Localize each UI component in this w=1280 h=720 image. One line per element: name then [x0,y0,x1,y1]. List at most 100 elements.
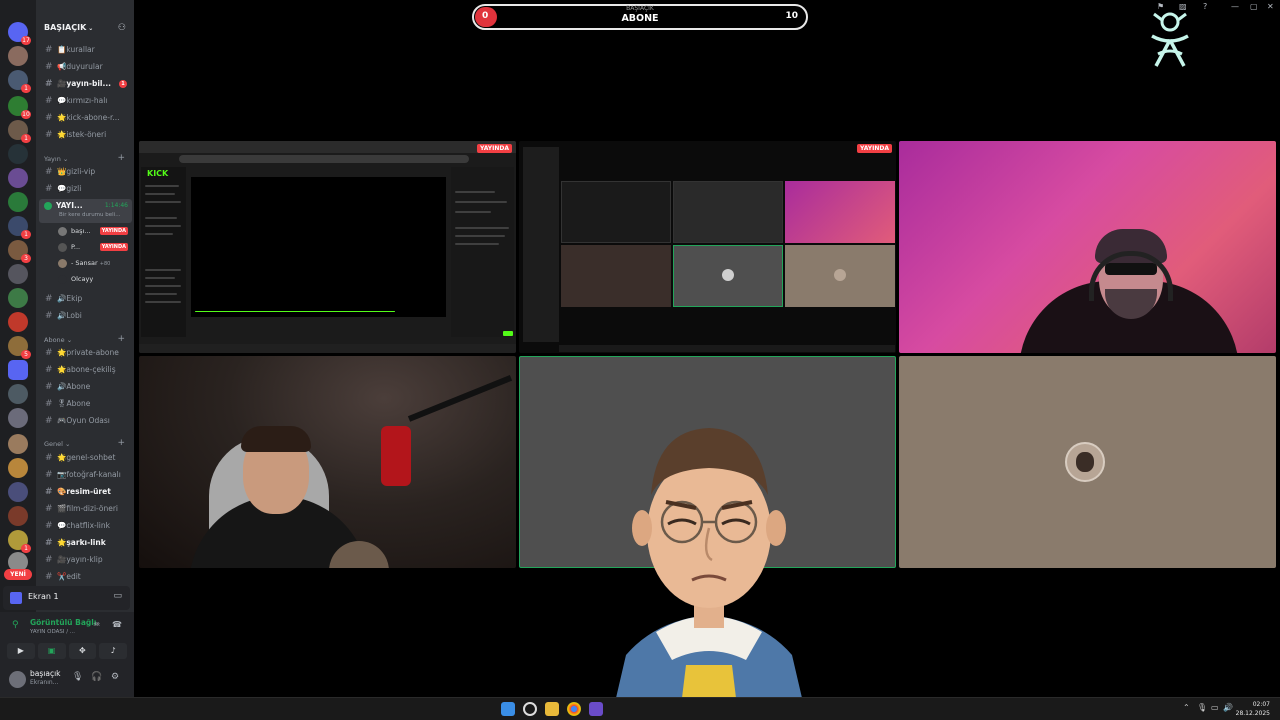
server-icon[interactable] [8,482,28,502]
server-icon[interactable]: 1 [8,216,31,239]
channel-item[interactable]: # 🎨resim-üret [45,485,131,499]
webcam-tile-pink[interactable] [899,141,1276,353]
server-icon[interactable]: 1 [8,120,31,143]
screen-share-button[interactable]: ▣ [37,643,66,659]
category-abone[interactable]: Abone ⌄ + [44,334,130,345]
voice-user[interactable]: başı... YAYINDA [58,225,130,237]
server-icon[interactable]: 10 [8,96,31,119]
channel-item[interactable]: # 🌟genel-sohbet [45,451,131,465]
inbox-icon[interactable]: ⚑ [1157,2,1164,11]
activities-button[interactable]: ✥ [68,643,97,659]
channel-item[interactable]: # 🎥yayın-klip [45,553,131,567]
category-yayin[interactable]: Yayın ⌄ + [44,153,130,164]
channel-item[interactable]: # 🔊Abone [45,380,131,394]
help-icon[interactable]: ? [1203,2,1207,11]
channel-item[interactable]: # 💬kırmızı-halı [45,94,131,108]
voice-channel-item[interactable]: # 🔊Lobi [45,309,131,323]
channel-item[interactable]: # 🌟kick-abone-r... [45,111,131,125]
voice-user[interactable]: Olcayy [58,273,130,285]
add-channel-icon[interactable]: + [117,438,125,448]
server-icon[interactable] [8,46,28,66]
category-genel[interactable]: Genel ⌄ + [44,438,130,449]
channel-item[interactable]: # 💬gizli [45,182,131,196]
network-icon[interactable]: ▭ [1211,703,1219,712]
signal-icon[interactable]: ⚲ [12,620,19,630]
channel-item[interactable]: # 🎖Abone [45,397,131,411]
channel-item[interactable]: # 🌟şarkı-link [45,536,131,550]
voice-channel-active[interactable]: YAYI... 1:14:46 Bir kere durumu beli... [39,199,132,223]
channel-item[interactable]: # 🌟private-abone [45,346,131,360]
add-channel-icon[interactable]: + [117,153,125,163]
server-icon[interactable] [8,458,28,478]
soundboard-button[interactable]: ♪ [99,643,127,659]
server-icon[interactable] [8,506,28,526]
noise-suppression-icon[interactable]: ♒ [93,620,100,629]
channel-item[interactable]: # 🎥yayın-bil... 1 [45,77,131,91]
chrome-icon[interactable] [567,702,581,716]
server-icon[interactable] [8,384,28,404]
add-channel-icon[interactable]: + [117,334,125,344]
minimize-icon[interactable]: — [1231,2,1239,11]
server-icon[interactable] [8,192,28,212]
voice-channel-item[interactable]: # 🔊Ekip [45,292,131,306]
server-header[interactable]: BAŞIAÇIK ⌄ ⚇ [36,18,134,38]
hash-icon: # [45,96,53,106]
server-icon[interactable] [8,168,28,188]
live-badge: YAYINDA [476,144,512,153]
folder-icon[interactable] [8,360,28,380]
stream-tile-browser[interactable]: KICK YAYINDA [139,141,516,353]
invite-icon[interactable]: ⚇ [118,18,126,38]
server-icon[interactable]: 1 [8,70,31,93]
headphones-icon[interactable]: 🎧 [91,672,102,682]
gear-icon[interactable]: ⚙ [111,672,119,682]
new-unreads-pill[interactable]: YENİ [4,569,32,580]
server-icon[interactable] [8,144,28,164]
disconnect-icon[interactable]: ☎ [112,620,122,629]
close-icon[interactable]: ✕ [1267,2,1274,11]
participant-tile[interactable] [899,356,1276,568]
clock[interactable]: 02:07 28.12.2025 [1236,700,1270,718]
volume-icon[interactable]: 🔊 [1223,703,1233,712]
channel-item[interactable]: # 👑gizli-vip [45,165,131,179]
screen-share-panel[interactable]: Ekran 1 ▭ [3,586,130,610]
mic-tray-icon[interactable]: 🎙 [1197,703,1207,712]
camera-off-icon[interactable]: ▨ [1179,2,1187,11]
server-icon[interactable]: 3 [8,240,31,263]
camera-button[interactable]: ▶ [7,643,35,659]
direct-messages-icon[interactable]: 17 [8,22,31,45]
channel-item[interactable]: # 🌟istek-öneri [45,128,131,142]
tray-overflow-icon[interactable]: ⌃ [1183,703,1190,712]
microphone-icon[interactable]: 🎙 [72,672,83,682]
server-icon[interactable]: 5 [8,336,31,359]
server-icon[interactable] [8,408,28,428]
maximize-icon[interactable]: ▢ [1250,2,1258,11]
search-icon[interactable] [523,702,537,716]
server-icon[interactable] [8,312,28,332]
voice-user[interactable]: - Sansar +80 [58,257,130,269]
channel-item[interactable]: # 📋kurallar [45,43,131,57]
server-icon[interactable]: 1 [8,530,31,553]
server-icon[interactable] [8,288,28,308]
channel-item[interactable]: # 🎬film-dizi-öneri [45,502,131,516]
avatar[interactable] [9,671,26,688]
username[interactable]: başıaçık [30,669,61,678]
server-icon[interactable] [8,434,28,454]
channel-item[interactable]: # 🌟abone-çekiliş [45,363,131,377]
voice-user[interactable]: P... YAYINDA [58,241,130,253]
channel-item[interactable]: # 📢duyurular [45,60,131,74]
channel-item[interactable]: # 🎮Oyun Odası [45,414,131,428]
live-badge: YAYINDA [856,144,892,153]
channel-emoji: 🎥 [57,555,67,564]
connection-status[interactable]: Görüntülü Bağlı [30,618,96,627]
connection-channel[interactable]: YAYIN ODASI / ... [30,629,75,635]
server-icon[interactable] [8,264,28,284]
webcam-tile-streamer[interactable] [139,356,516,568]
file-explorer-icon[interactable] [545,702,559,716]
channel-item[interactable]: # 💬chatflix-link [45,519,131,533]
popout-icon[interactable]: ▭ [113,591,122,601]
channel-item[interactable]: # ✂️edit [45,570,131,584]
channel-item[interactable]: # 📷fotoğraf-kanalı [45,468,131,482]
app-icon[interactable] [589,702,603,716]
stream-tile-discord[interactable]: YAYINDA [519,141,896,353]
start-icon[interactable] [501,702,515,716]
